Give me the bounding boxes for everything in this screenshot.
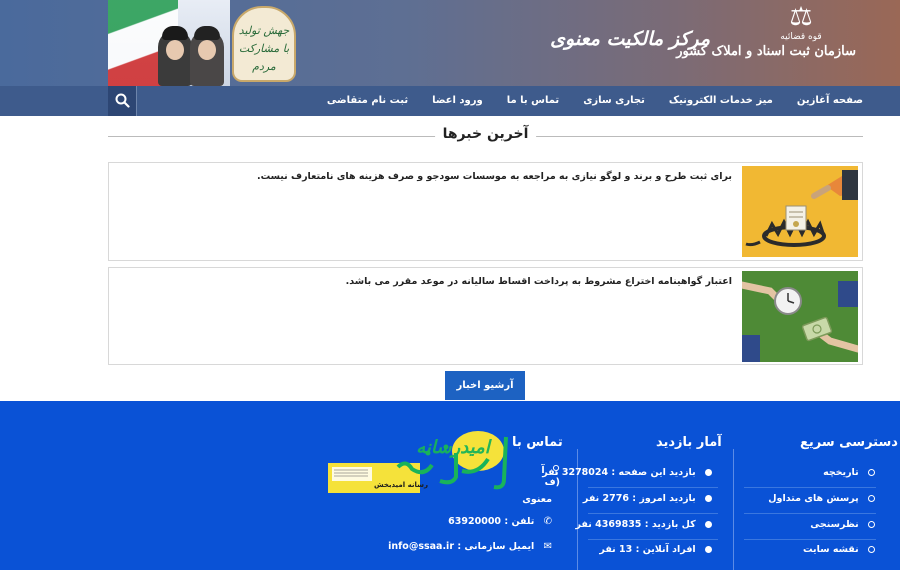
circle-bullet-icon (868, 495, 875, 502)
circle-bullet-icon (868, 546, 875, 553)
logo-wordmark: امیدرسانه (416, 437, 490, 458)
bullet-icon (705, 546, 712, 553)
quick-link-faq[interactable]: پرسش های متداول (768, 493, 875, 504)
visit-stats-title: آمار بازدید (656, 435, 722, 450)
divider (588, 539, 718, 540)
nav-item-commercialization[interactable]: تجاری سازی (583, 86, 645, 116)
nav-item-e-services[interactable]: میز خدمات الکترونیک (669, 86, 773, 116)
quick-link-survey[interactable]: نظرسنجی (810, 519, 875, 530)
divider (744, 539, 876, 540)
org-name: سازمان ثبت اسناد و املاک کشور (676, 44, 856, 59)
contact-phone[interactable]: ✆ تلفن : 63920000 (448, 516, 552, 527)
contact-address-line3: معنوی (522, 494, 552, 505)
scales-of-justice-icon: ⚖ (789, 2, 813, 32)
nav-item-register[interactable]: ثبت نام متقاضی (327, 86, 408, 116)
organization-logo[interactable]: ⚖ قوه قضائیه سازمان ثبت اسناد و املاک کش… (676, 2, 856, 82)
slogan-emblem: جهش تولید با مشارکت مردم (232, 6, 296, 82)
column-divider (733, 449, 734, 570)
main-navigation: صفحه آغازین میز خدمات الکترونیک تجاری سا… (0, 86, 900, 116)
circle-bullet-icon (868, 469, 875, 476)
portrait-person (158, 26, 192, 86)
nav-item-home[interactable]: صفحه آغازین (797, 86, 863, 116)
divider (588, 487, 718, 488)
org-small-label: قوه قضائیه (780, 32, 822, 42)
latest-news-heading: آخرین خبرها (108, 124, 863, 148)
news-headline[interactable]: اعتبار گواهینامه اختراع مشروط به پرداخت … (346, 276, 732, 287)
contact-address-line2: (ف (544, 477, 560, 488)
contact-email[interactable]: ✉ ایمیل سازمانی : info@ssaa.ir (388, 541, 552, 552)
stat-online-users: افراد آنلاین : 13 نفر (599, 544, 712, 555)
stat-today-visits: بازدید امروز : 2776 نفر (583, 493, 712, 504)
site-header: ⚖ قوه قضائیه سازمان ثبت اسناد و املاک کش… (0, 0, 900, 86)
bullet-icon (705, 495, 712, 502)
news-archive-button[interactable]: آرشیو اخبار (445, 371, 525, 400)
divider (588, 513, 718, 514)
slogan-line-2: با مشارکت مردم (238, 42, 290, 73)
phone-icon: ✆ (543, 516, 552, 527)
search-icon (115, 93, 130, 108)
site-title: مرکز مالکیت معنوی (550, 28, 710, 50)
slogan-line-1: جهش تولید (238, 24, 290, 37)
news-card[interactable]: اعتبار گواهینامه اختراع مشروط به پرداخت … (108, 267, 863, 365)
news-card[interactable]: برای ثبت طرح و برند و لوگو نیازی به مراج… (108, 162, 863, 261)
stat-page-visits: بازدید این صفحه : 3278024 نفر (542, 467, 712, 478)
logo-caption: رسانه امیدبخش (373, 481, 428, 489)
search-button[interactable] (108, 86, 137, 116)
email-icon: ✉ (543, 541, 552, 552)
omid-resaneh-logo: امیدرسانه رسانه امیدبخش (328, 429, 516, 497)
news-thumbnail-time-money-image[interactable] (742, 271, 858, 362)
portrait-person (190, 26, 224, 86)
quick-link-sitemap[interactable]: نقشه سایت (803, 544, 875, 555)
quick-access-title: دسترسی سریع (800, 435, 898, 450)
contact-address: ⚲ آ (541, 463, 560, 476)
quick-link-history[interactable]: تاریخچه (823, 467, 875, 478)
circle-bullet-icon (868, 521, 875, 528)
divider (744, 487, 876, 488)
bullet-icon (705, 521, 712, 528)
news-thumbnail-trap-image[interactable] (742, 166, 858, 257)
news-headline[interactable]: برای ثبت طرح و برند و لوگو نیازی به مراج… (257, 171, 732, 182)
location-pin-icon: ⚲ (551, 463, 560, 476)
stat-total-visits: کل بازدید : 4369835 نفر (576, 519, 712, 530)
nav-item-login[interactable]: ورود اعضا (432, 86, 483, 116)
contact-title: تماس با (512, 435, 563, 450)
leaders-portrait-image (108, 0, 230, 86)
latest-news-title: آخرین خبرها (434, 126, 537, 142)
bullet-icon (705, 469, 712, 476)
divider (744, 513, 876, 514)
nav-item-contact[interactable]: تماس با ما (507, 86, 559, 116)
